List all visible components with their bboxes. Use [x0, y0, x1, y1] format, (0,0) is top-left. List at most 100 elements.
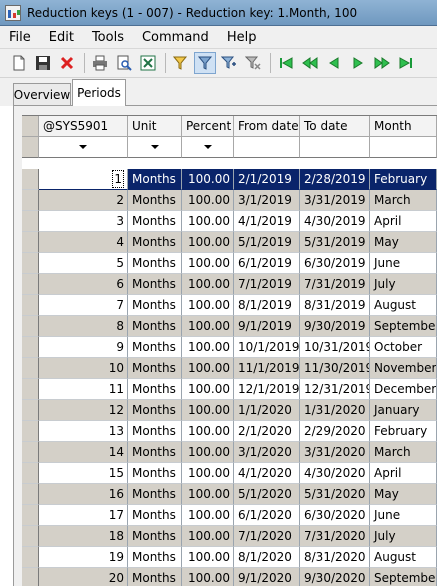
- cell-from-date[interactable]: 6/1/2020: [234, 505, 300, 526]
- next-page-icon[interactable]: [371, 52, 393, 74]
- cell-to-date[interactable]: 12/31/2019: [300, 379, 370, 400]
- cell-month[interactable]: November: [370, 358, 437, 379]
- cell-to-date[interactable]: 9/30/2019: [300, 316, 370, 337]
- row-selector[interactable]: [22, 505, 39, 526]
- table-row[interactable]: 1 Months 100.00 2/1/2019 2/28/2019 February: [22, 169, 437, 190]
- table-row[interactable]: 4 Months 100.00 5/1/2019 5/31/2019 May: [22, 232, 437, 253]
- row-selector[interactable]: [22, 442, 39, 463]
- cell-month[interactable]: April: [370, 211, 437, 232]
- cell-from-date[interactable]: 8/1/2020: [234, 547, 300, 568]
- row-selector[interactable]: [22, 358, 39, 379]
- cell-unit[interactable]: Months: [128, 274, 182, 295]
- cell-percent[interactable]: 100.00: [182, 400, 234, 421]
- row-selector[interactable]: [22, 547, 39, 568]
- cell-from-date[interactable]: 11/1/2019: [234, 358, 300, 379]
- cell-sys5901[interactable]: 18: [39, 526, 128, 547]
- filter-percent[interactable]: [182, 137, 234, 158]
- cell-percent[interactable]: 100.00: [182, 169, 234, 190]
- cell-sys5901[interactable]: 20: [39, 568, 128, 586]
- cell-sys5901[interactable]: 10: [39, 358, 128, 379]
- cell-unit[interactable]: Months: [128, 421, 182, 442]
- cell-sys5901[interactable]: 15: [39, 463, 128, 484]
- cell-from-date[interactable]: 9/1/2019: [234, 316, 300, 337]
- table-row[interactable]: 13 Months 100.00 2/1/2020 2/29/2020 February: [22, 421, 437, 442]
- filter-from-date[interactable]: [234, 137, 300, 158]
- cell-from-date[interactable]: 3/1/2020: [234, 442, 300, 463]
- filter-unit[interactable]: [128, 137, 182, 158]
- cell-from-date[interactable]: 12/1/2019: [234, 379, 300, 400]
- row-selector[interactable]: [22, 400, 39, 421]
- app-icon[interactable]: [5, 4, 21, 21]
- cell-percent[interactable]: 100.00: [182, 526, 234, 547]
- cell-to-date[interactable]: 1/31/2020: [300, 400, 370, 421]
- cell-from-date[interactable]: 2/1/2019: [234, 169, 300, 190]
- cell-sys5901[interactable]: 9: [39, 337, 128, 358]
- cell-to-date[interactable]: 10/31/2019: [300, 337, 370, 358]
- table-row[interactable]: 8 Months 100.00 9/1/2019 9/30/2019 September: [22, 316, 437, 337]
- cell-percent[interactable]: 100.00: [182, 421, 234, 442]
- cell-sys5901[interactable]: 19: [39, 547, 128, 568]
- cell-unit[interactable]: Months: [128, 211, 182, 232]
- filter-sys5901[interactable]: [39, 137, 128, 158]
- advanced-filter-icon[interactable]: [218, 52, 240, 74]
- filter-by-field-icon[interactable]: [170, 52, 192, 74]
- cell-to-date[interactable]: 8/31/2020: [300, 547, 370, 568]
- row-selector[interactable]: [22, 337, 39, 358]
- cell-from-date[interactable]: 7/1/2020: [234, 526, 300, 547]
- table-row[interactable]: 19 Months 100.00 8/1/2020 8/31/2020 August: [22, 547, 437, 568]
- cell-unit[interactable]: Months: [128, 337, 182, 358]
- table-row[interactable]: 11 Months 100.00 12/1/2019 12/31/2019 Decembe…: [22, 379, 437, 400]
- first-record-icon[interactable]: [275, 52, 297, 74]
- row-selector[interactable]: [22, 568, 39, 586]
- cell-unit[interactable]: Months: [128, 232, 182, 253]
- cell-month[interactable]: May: [370, 232, 437, 253]
- cell-sys5901[interactable]: 16: [39, 484, 128, 505]
- column-header-percent[interactable]: Percent: [182, 116, 234, 137]
- menu-edit[interactable]: Edit: [49, 30, 74, 45]
- table-row[interactable]: 14 Months 100.00 3/1/2020 3/31/2020 March: [22, 442, 437, 463]
- cell-sys5901[interactable]: 1: [39, 169, 128, 190]
- remove-filter-icon[interactable]: [242, 52, 264, 74]
- cell-unit[interactable]: Months: [128, 316, 182, 337]
- tab-overview[interactable]: Overview: [13, 83, 71, 105]
- table-row[interactable]: 3 Months 100.00 4/1/2019 4/30/2019 April: [22, 211, 437, 232]
- cell-percent[interactable]: 100.00: [182, 253, 234, 274]
- row-selector[interactable]: [22, 484, 39, 505]
- cell-percent[interactable]: 100.00: [182, 190, 234, 211]
- cell-percent[interactable]: 100.00: [182, 484, 234, 505]
- cell-sys5901[interactable]: 8: [39, 316, 128, 337]
- cell-unit[interactable]: Months: [128, 190, 182, 211]
- new-icon[interactable]: [8, 52, 30, 74]
- cell-month[interactable]: June: [370, 505, 437, 526]
- cell-from-date[interactable]: 3/1/2019: [234, 190, 300, 211]
- cell-unit[interactable]: Months: [128, 484, 182, 505]
- row-selector[interactable]: [22, 379, 39, 400]
- previous-page-icon[interactable]: [299, 52, 321, 74]
- cell-unit[interactable]: Months: [128, 442, 182, 463]
- row-selector[interactable]: [22, 421, 39, 442]
- print-icon[interactable]: [89, 52, 111, 74]
- cell-percent[interactable]: 100.00: [182, 337, 234, 358]
- row-selector[interactable]: [22, 190, 39, 211]
- cell-sys5901[interactable]: 2: [39, 190, 128, 211]
- cell-unit[interactable]: Months: [128, 295, 182, 316]
- cell-from-date[interactable]: 2/1/2020: [234, 421, 300, 442]
- menu-command[interactable]: Command: [142, 30, 209, 45]
- menu-file[interactable]: File: [9, 30, 31, 45]
- save-icon[interactable]: [32, 52, 54, 74]
- cell-sys5901[interactable]: 17: [39, 505, 128, 526]
- cell-to-date[interactable]: 3/31/2019: [300, 190, 370, 211]
- menu-tools[interactable]: Tools: [92, 30, 124, 45]
- table-row[interactable]: 5 Months 100.00 6/1/2019 6/30/2019 June: [22, 253, 437, 274]
- cell-month[interactable]: February: [370, 169, 437, 190]
- cell-to-date[interactable]: 2/28/2019: [300, 169, 370, 190]
- row-selector[interactable]: [22, 295, 39, 316]
- cell-to-date[interactable]: 11/30/2019: [300, 358, 370, 379]
- cell-month[interactable]: July: [370, 274, 437, 295]
- cell-to-date[interactable]: 3/31/2020: [300, 442, 370, 463]
- cell-from-date[interactable]: 5/1/2019: [234, 232, 300, 253]
- row-selector[interactable]: [22, 316, 39, 337]
- cell-from-date[interactable]: 9/1/2020: [234, 568, 300, 586]
- cell-month[interactable]: December: [370, 379, 437, 400]
- delete-icon[interactable]: [56, 52, 78, 74]
